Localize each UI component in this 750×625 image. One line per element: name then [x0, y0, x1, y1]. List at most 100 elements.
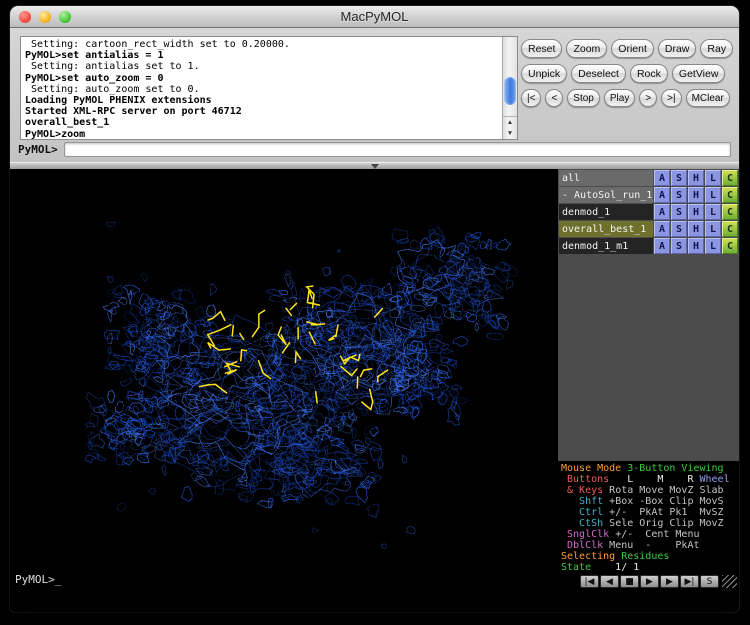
object-h-button[interactable]: H	[688, 170, 704, 186]
control-button[interactable]: >|	[661, 89, 681, 107]
console-line: PyMOL>zoom	[25, 129, 502, 139]
maximize-button[interactable]	[59, 11, 71, 23]
control-button[interactable]: Unpick	[521, 64, 567, 83]
object-c-button[interactable]: C	[722, 221, 738, 237]
control-button[interactable]: Reset	[521, 39, 562, 58]
object-h-button[interactable]: H	[688, 238, 704, 254]
control-button[interactable]: <	[545, 89, 563, 107]
sidebar-spacer	[558, 255, 739, 461]
control-button[interactable]: Ray	[700, 39, 733, 58]
object-name[interactable]: all	[559, 170, 653, 186]
density-mesh	[10, 169, 558, 612]
vcr-button[interactable]: ▶	[640, 575, 659, 588]
console-line: PyMOL>set auto_zoom = 0	[25, 73, 502, 84]
object-l-button[interactable]: L	[705, 204, 721, 220]
titlebar[interactable]: MacPyMOL	[10, 6, 739, 28]
mouse-panel-text: Shft	[561, 496, 609, 507]
object-name[interactable]: denmod_1_m1	[559, 238, 653, 254]
resize-grip[interactable]	[722, 575, 737, 588]
mouse-panel-text: SnglClk	[561, 529, 609, 540]
object-c-button[interactable]: C	[722, 170, 738, 186]
console-line: Loading PyMOL PHENIX extensions	[25, 95, 502, 106]
object-h-button[interactable]: H	[688, 187, 704, 203]
vcr-button[interactable]: ■	[620, 575, 639, 588]
pane-splitter[interactable]	[10, 162, 739, 169]
console-line: PyMOL>set antialias = 1	[25, 50, 502, 61]
console-log: Setting: cartoon_rect_width set to 0.200…	[21, 37, 502, 139]
object-c-button[interactable]: C	[722, 204, 738, 220]
control-row: |<<StopPlay>>| MClear	[521, 89, 733, 107]
object-c-button[interactable]: C	[722, 187, 738, 203]
control-button[interactable]: Orient	[611, 39, 654, 58]
control-button[interactable]: Stop	[567, 89, 600, 107]
vcr-controls: |◀◀■▶▶▶|S	[558, 573, 739, 612]
scroll-down-icon[interactable]: ▼	[503, 128, 517, 139]
control-button[interactable]: Rock	[630, 64, 668, 83]
mouse-panel-text: 1/ 1	[597, 562, 639, 573]
window-controls	[19, 11, 71, 23]
command-input[interactable]	[64, 142, 731, 157]
upper-pane: Setting: cartoon_rect_width set to 0.200…	[10, 28, 739, 162]
mouse-panel-text: 3-Button Viewing	[627, 463, 723, 474]
object-c-button[interactable]: C	[722, 238, 738, 254]
mouse-panel-text: Residues	[621, 551, 669, 562]
control-button[interactable]: >	[639, 89, 657, 107]
control-button[interactable]: Zoom	[566, 39, 607, 58]
control-button[interactable]: MClear	[686, 89, 730, 107]
mouse-panel-line: CtSh Sele Orig Clip MovZ	[561, 518, 739, 529]
mouse-panel-line: SnglClk +/- Cent Menu	[561, 529, 739, 540]
object-s-button[interactable]: S	[671, 204, 687, 220]
vcr-button[interactable]: ▶	[660, 575, 679, 588]
mouse-panel-line: Mouse Mode 3-Button Viewing	[561, 463, 739, 474]
object-a-button[interactable]: A	[654, 204, 670, 220]
object-name[interactable]: - AutoSol_run_1_	[559, 187, 653, 203]
object-l-button[interactable]: L	[705, 187, 721, 203]
control-row: UnpickDeselectRockGetView	[521, 64, 733, 83]
close-button[interactable]	[19, 11, 31, 23]
object-row: - AutoSol_run_1_ASHLC	[559, 187, 738, 203]
control-button[interactable]: |<	[521, 89, 541, 107]
object-name[interactable]: overall_best_1	[559, 221, 653, 237]
mouse-panel-text: State	[561, 562, 597, 573]
scrollbar-arrows: ▲ ▼	[503, 116, 517, 139]
control-button[interactable]: Draw	[658, 39, 697, 58]
object-s-button[interactable]: S	[671, 238, 687, 254]
object-s-button[interactable]: S	[671, 187, 687, 203]
mouse-panel-line: Shft +Box -Box Clip MovS	[561, 496, 739, 507]
control-button[interactable]: GetView	[672, 64, 726, 83]
mouse-panel-text: & Keys	[561, 485, 609, 496]
mouse-panel-line: Ctrl +/- PkAt Pk1 MvSZ	[561, 507, 739, 518]
control-button[interactable]: Play	[604, 89, 635, 107]
control-button[interactable]: Deselect	[571, 64, 626, 83]
minimize-button[interactable]	[39, 11, 51, 23]
object-l-button[interactable]: L	[705, 170, 721, 186]
vcr-button[interactable]: ◀	[600, 575, 619, 588]
main-area: PyMOL>_ allASHLC- AutoSol_run_1_ASHLCden…	[10, 169, 739, 612]
console-scrollbar[interactable]: ▲ ▼	[502, 37, 517, 139]
window-title: MacPyMOL	[341, 9, 409, 24]
vcr-button[interactable]: ▶|	[680, 575, 699, 588]
object-a-button[interactable]: A	[654, 187, 670, 203]
scroll-up-icon[interactable]: ▲	[503, 117, 517, 128]
viewport[interactable]: PyMOL>_	[10, 169, 558, 612]
object-l-button[interactable]: L	[705, 221, 721, 237]
mouse-panel-text: Rota Move MovZ Slab	[609, 485, 723, 496]
object-l-button[interactable]: L	[705, 238, 721, 254]
object-h-button[interactable]: H	[688, 221, 704, 237]
vcr-button[interactable]: |◀	[580, 575, 599, 588]
console-line: Setting: antialias set to 1.	[25, 61, 502, 72]
control-row: ResetZoomOrientDrawRay	[521, 39, 733, 58]
object-a-button[interactable]: A	[654, 238, 670, 254]
object-name[interactable]: denmod_1	[559, 204, 653, 220]
mouse-panel-line: & Keys Rota Move MovZ Slab	[561, 485, 739, 496]
object-a-button[interactable]: A	[654, 221, 670, 237]
object-a-button[interactable]: A	[654, 170, 670, 186]
object-s-button[interactable]: S	[671, 170, 687, 186]
object-h-button[interactable]: H	[688, 204, 704, 220]
scrollbar-thumb[interactable]	[504, 77, 516, 105]
console-line: Setting: auto_zoom set to 0.	[25, 84, 502, 95]
vcr-button[interactable]: S	[700, 575, 719, 588]
object-s-button[interactable]: S	[671, 221, 687, 237]
viewport-prompt: PyMOL>_	[15, 573, 61, 586]
console-line: Setting: cartoon_rect_width set to 0.200…	[25, 39, 502, 50]
